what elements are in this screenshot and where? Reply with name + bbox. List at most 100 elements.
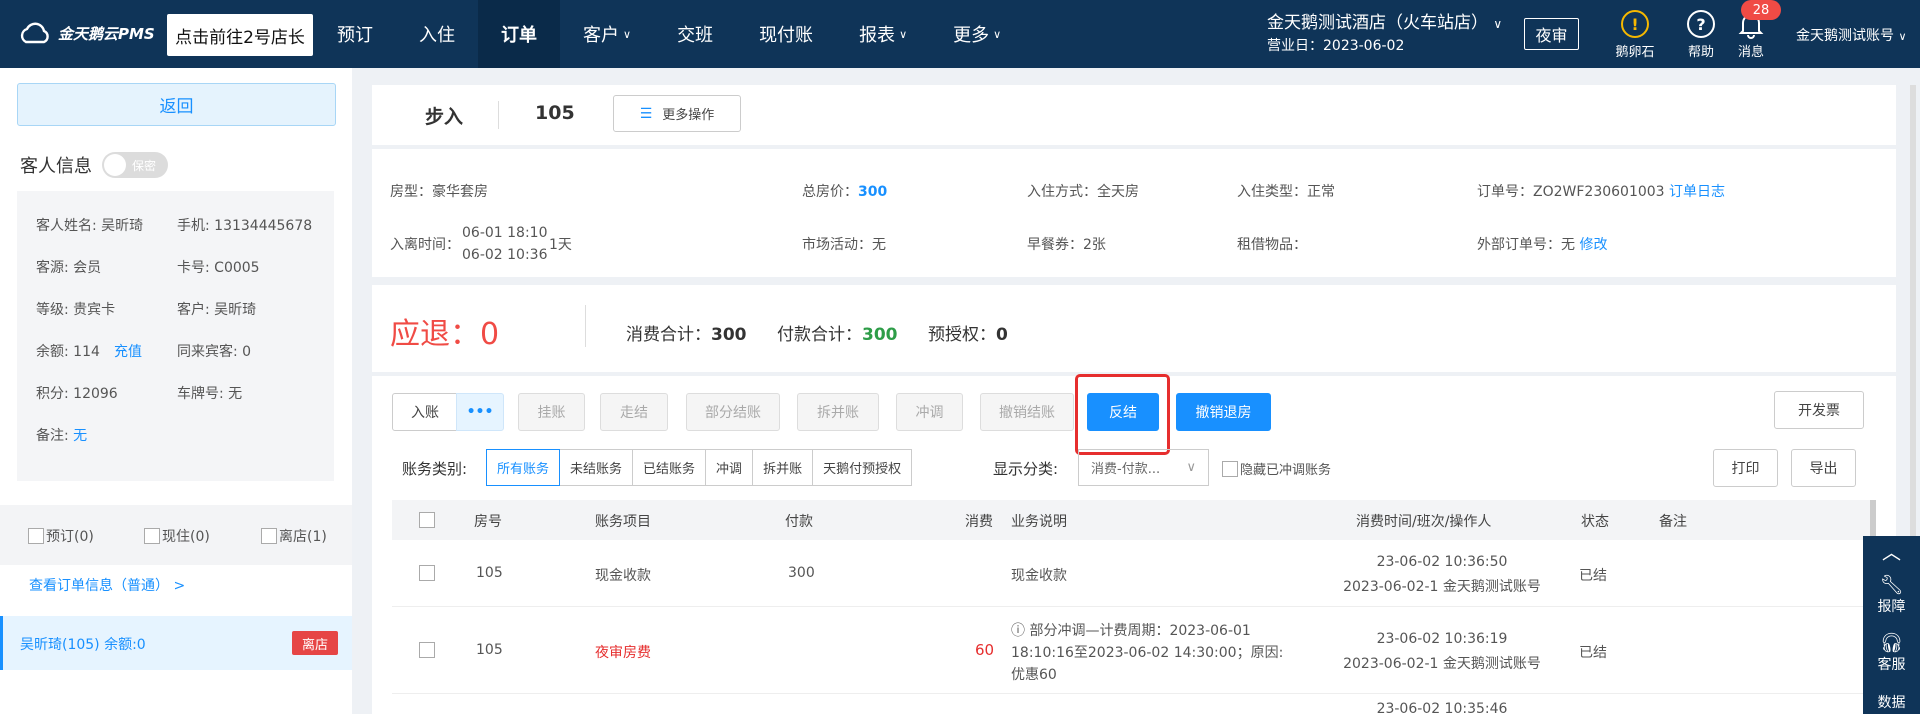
cell-time-line2: 2023-06-02-1 金天鹅测试账号 bbox=[1343, 579, 1541, 595]
checkbox[interactable] bbox=[261, 528, 277, 544]
guest-companions: 同来宾客: 0 bbox=[177, 344, 252, 360]
guest-info-title: 客人信息 bbox=[20, 156, 92, 177]
split-merge-button[interactable]: 拆并账 bbox=[797, 393, 879, 431]
walk-settle-button[interactable]: 走结 bbox=[600, 393, 668, 431]
tab-label: 离店(1) bbox=[279, 529, 327, 545]
cloud-logo-icon bbox=[20, 22, 49, 44]
market-activity: 市场活动：无 bbox=[802, 237, 886, 253]
store-tooltip[interactable]: 点击前往2号店长 bbox=[167, 14, 313, 56]
table-row[interactable]: 105 现金收款 300 现金收款 23-06-02 10:36:50 2023… bbox=[392, 540, 1876, 607]
filter-split-merge[interactable]: 拆并账 bbox=[752, 449, 814, 486]
checkbox[interactable] bbox=[144, 528, 160, 544]
category-label: 账务类别: bbox=[402, 460, 468, 478]
guest-plate: 车牌号: 无 bbox=[177, 386, 243, 402]
nav-booking[interactable]: 预订 bbox=[314, 0, 396, 68]
hotel-selector[interactable]: 金天鹅测试酒店（火车站店） ∨ 营业日：2023-06-02 bbox=[1267, 12, 1502, 57]
view-order-info-link[interactable]: 查看订单信息（普通） > bbox=[29, 575, 185, 595]
table-row[interactable]: 23-06-02 10:35:46 bbox=[392, 695, 1876, 714]
hide-reversed-toggle[interactable]: 隐藏已冲调账务 bbox=[1222, 459, 1331, 478]
desc-line2: 18:10:16至2023-06-02 14:30:00；原因: bbox=[1011, 645, 1284, 661]
nav-orders[interactable]: 订单 bbox=[478, 0, 560, 68]
guest-source: 客源: 会员 bbox=[36, 260, 102, 276]
more-operations-label: 更多操作 bbox=[662, 108, 715, 123]
help-button[interactable]: ? 帮助 bbox=[1673, 10, 1729, 60]
cell-status: 已结 bbox=[1579, 568, 1607, 584]
preauth-label: 预授权： bbox=[928, 325, 996, 345]
nav-reports[interactable]: 报表 ∨ bbox=[836, 0, 930, 68]
filter-settled[interactable]: 已结账务 bbox=[632, 449, 707, 486]
hang-account-button[interactable]: 挂账 bbox=[518, 393, 585, 431]
report-label: 报障 bbox=[1877, 599, 1906, 615]
hide-reversed-label: 隐藏已冲调账务 bbox=[1240, 463, 1332, 478]
nav-checkin[interactable]: 入住 bbox=[396, 0, 478, 68]
total-price-value: 300 bbox=[858, 184, 888, 200]
left-panel: 返回 客人信息 保密 客人姓名: 吴昕琦 手机: 13134445678 客源:… bbox=[0, 68, 352, 714]
privacy-toggle[interactable]: 保密 bbox=[102, 152, 168, 178]
modify-link[interactable]: 修改 bbox=[1579, 237, 1607, 253]
cancel-checkout-button[interactable]: 撤销退房 bbox=[1176, 393, 1271, 431]
display-select[interactable]: 消费-付款... ∨ bbox=[1078, 449, 1209, 486]
tab-checked-out[interactable]: 离店(1) bbox=[261, 526, 327, 546]
total-price-label: 总房价： bbox=[802, 184, 858, 200]
filter-all[interactable]: 所有账务 bbox=[486, 449, 561, 486]
app-logo[interactable]: 金天鹅云PMS bbox=[18, 22, 155, 44]
row-checkbox[interactable] bbox=[419, 642, 435, 658]
nav-shift[interactable]: 交班 bbox=[654, 0, 736, 68]
table-row[interactable]: 105 夜审房费 60 ⓘ 部分冲调—计费周期：2023-06-01 18:10… bbox=[392, 607, 1876, 694]
floating-toolbar: ︿ 🔧︎ 报障 🎧︎ 客服 数据 bbox=[1863, 536, 1920, 714]
tab-in-house[interactable]: 现住(0) bbox=[144, 526, 210, 546]
divider bbox=[498, 101, 499, 129]
col-status: 状态 bbox=[1581, 514, 1609, 530]
top-nav-bar: 金天鹅云PMS 预订 入住 订单 客户 ∨ 交班 现付账 报表 ∨ 更多 ∨ 点击前往… bbox=[0, 0, 1920, 68]
account-name: 金天鹅测试账号 bbox=[1796, 28, 1894, 44]
data-button[interactable]: 数据 bbox=[1863, 692, 1920, 712]
remark-value[interactable]: 无 bbox=[73, 428, 87, 444]
partial-settle-button[interactable]: 部分结账 bbox=[686, 393, 780, 431]
invoice-button[interactable]: 开发票 bbox=[1774, 391, 1864, 429]
more-dots-button[interactable]: ••• bbox=[456, 393, 504, 431]
back-button[interactable]: 返回 bbox=[17, 83, 336, 126]
order-log-link[interactable]: 订单日志 bbox=[1669, 184, 1725, 200]
checkbox[interactable] bbox=[1222, 460, 1238, 477]
recharge-link[interactable]: 充值 bbox=[114, 341, 142, 361]
nav-more[interactable]: 更多 ∨ bbox=[930, 0, 1024, 68]
egg-stone-button[interactable]: ! 鹅卵石 bbox=[1607, 10, 1663, 60]
tab-booking[interactable]: 预订(0) bbox=[28, 526, 94, 546]
external-order-value: 外部订单号：无 bbox=[1477, 237, 1575, 253]
checked-out-tag: 离店 bbox=[292, 631, 338, 655]
customer-service-button[interactable]: 🎧︎ 客服 bbox=[1863, 632, 1920, 674]
nav-label: 客户 bbox=[583, 25, 619, 46]
export-button[interactable]: 导出 bbox=[1791, 449, 1856, 487]
nav-customers[interactable]: 客户 ∨ bbox=[560, 0, 654, 68]
paid-value: 300 bbox=[862, 325, 898, 345]
row-checkbox[interactable] bbox=[419, 565, 435, 581]
cell-pay: 300 bbox=[788, 565, 815, 581]
more-operations-button[interactable]: ☰ 更多操作 bbox=[613, 95, 741, 132]
cancel-settle-button[interactable]: 撤销结账 bbox=[980, 393, 1074, 431]
nav-cash-account[interactable]: 现付账 bbox=[736, 0, 836, 68]
paid-label: 付款合计： bbox=[777, 325, 862, 345]
chevron-up-icon: ︿ bbox=[1881, 542, 1901, 564]
tab-label: 现住(0) bbox=[162, 529, 210, 545]
print-button[interactable]: 打印 bbox=[1713, 449, 1778, 487]
filter-swan-preauth[interactable]: 天鹅付预授权 bbox=[812, 449, 913, 486]
preauth-value: 0 bbox=[996, 325, 1008, 345]
select-all-checkbox[interactable] bbox=[419, 512, 435, 528]
filter-unsettled[interactable]: 未结账务 bbox=[559, 449, 634, 486]
account-menu[interactable]: 金天鹅测试账号 ∨ bbox=[1796, 25, 1907, 45]
report-issue-button[interactable]: 🔧︎ 报障 bbox=[1863, 574, 1920, 616]
nav-label: 入住 bbox=[419, 25, 455, 46]
reverse-button[interactable]: 冲调 bbox=[896, 393, 963, 431]
collapse-button[interactable]: ︿ bbox=[1863, 542, 1920, 564]
order-details-card: 房型：豪华套房 总房价：300 入住方式：全天房 入住类型：正常 订单号：ZO2… bbox=[372, 149, 1896, 277]
checkbox[interactable] bbox=[28, 528, 44, 544]
chevron-down-icon: ∨ bbox=[1493, 17, 1503, 31]
filter-reversed[interactable]: 冲调 bbox=[705, 449, 754, 486]
guest-phone: 手机: 13134445678 bbox=[177, 218, 313, 234]
night-audit-button[interactable]: 夜审 bbox=[1524, 18, 1579, 50]
post-entry-button[interactable]: 入账 bbox=[392, 393, 458, 431]
egg-stone-label: 鹅卵石 bbox=[1615, 45, 1655, 60]
rental-items: 租借物品： bbox=[1237, 237, 1307, 253]
guest-list-item[interactable]: 吴昕琦(105) 余额:0 离店 bbox=[0, 616, 352, 670]
consume-total: 消费合计：300 bbox=[626, 320, 747, 345]
